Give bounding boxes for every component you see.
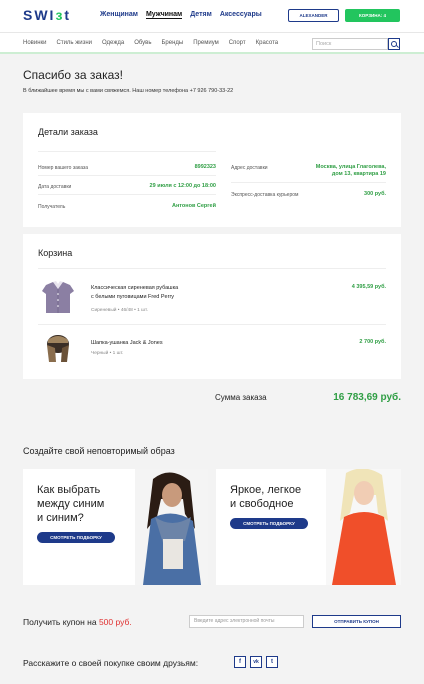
share-label: Расскажите о своей покупке своим друзьям… (23, 658, 199, 668)
top-header: SWIзt Женщинам Мужчинам Детям Аксессуары… (0, 0, 424, 32)
delivery-address-line1: Москва, улица Глаголева, (315, 164, 386, 170)
promo-headline: Как выбрать между синим и синим? (37, 483, 104, 525)
nav-women[interactable]: Женщинам (100, 11, 138, 19)
page-title: Спасибо за заказ! (23, 68, 123, 82)
order-number-value: 8992323 (194, 164, 216, 170)
twitter-icon-glyph: t (271, 659, 273, 665)
shirt-image[interactable] (38, 277, 78, 317)
logo-text-left: SWI (23, 7, 56, 23)
order-details-card: Детали заказа Номер вашего заказа 899232… (23, 113, 401, 227)
send-coupon-label: ОТПРАВИТЬ КУПОН (334, 619, 379, 624)
promo-headline-line2: между синим (37, 498, 105, 510)
category-sport[interactable]: Спорт (229, 40, 246, 46)
search-icon[interactable] (388, 38, 400, 50)
divider (231, 182, 386, 183)
express-delivery-value: 300 руб. (364, 191, 386, 197)
divider (38, 151, 216, 152)
category-new[interactable]: Новинки (23, 40, 47, 46)
view-selection-label: СМОТРЕТЬ ПОДБОРКУ (243, 521, 295, 526)
email-placeholder: Введите адрес электронной почты (194, 618, 275, 624)
facebook-icon[interactable]: f (234, 656, 246, 668)
category-beauty[interactable]: Красота (256, 40, 278, 46)
search-input[interactable]: Поиск (312, 38, 388, 50)
category-lifestyle[interactable]: Стиль жизни (57, 40, 93, 46)
item-meta: Сиреневый • 46/48 • 1 шт. (91, 308, 149, 313)
vk-icon[interactable]: vk (250, 656, 262, 668)
coupon-amount: 500 руб. (98, 617, 132, 627)
category-bar: Новинки Стиль жизни Одежда Обувь Бренды … (0, 32, 424, 54)
view-selection-label: СМОТРЕТЬ ПОДБОРКУ (50, 535, 102, 540)
category-clothing[interactable]: Одежда (102, 40, 124, 46)
nav-accessories[interactable]: Аксессуары (220, 11, 262, 19)
search-placeholder: Поиск (316, 41, 332, 47)
basket-card: Корзина Классическая сиреневая рубашка с… (23, 234, 401, 379)
promo-card-red[interactable]: Яркое, легкое и свободное СМОТРЕТЬ ПОДБО… (216, 469, 401, 585)
view-selection-button[interactable]: СМОТРЕТЬ ПОДБОРКУ (37, 532, 115, 543)
email-field[interactable]: Введите адрес электронной почты (189, 615, 304, 628)
vk-icon-glyph: vk (253, 659, 259, 665)
promo-headline: Яркое, легкое и свободное (230, 483, 301, 511)
coupon-label: Получить купон на 500 руб. (23, 617, 132, 627)
promo-card-blue[interactable]: Как выбрать между синим и синим? СМОТРЕТ… (23, 469, 208, 585)
cart-button[interactable]: КОРЗИНА: 4 (345, 9, 400, 22)
divider (38, 194, 216, 195)
promo-headline-line2: и свободное (230, 498, 294, 510)
model-photo (135, 469, 208, 585)
nav-men[interactable]: Мужчинам (145, 11, 183, 19)
divider (38, 324, 386, 325)
account-label: ALEXANDER (299, 13, 328, 18)
promo-headline-line1: Как выбрать (37, 484, 101, 496)
item-price: 2 700 руб. (359, 339, 386, 345)
category-brands[interactable]: Бренды (161, 40, 183, 46)
cart-label: КОРЗИНА: 4 (359, 13, 386, 18)
divider (38, 268, 386, 269)
item-meta: Черный • 1 шт. (91, 351, 124, 356)
send-coupon-button[interactable]: ОТПРАВИТЬ КУПОН (312, 615, 401, 628)
logo[interactable]: SWIзt (23, 7, 71, 23)
delivery-date-value: 29 июля с 12:00 до 18:00 (149, 183, 216, 189)
order-number-label: Номер вашего заказа (38, 165, 89, 171)
logo-text-right: t (64, 7, 72, 23)
item-name-line1[interactable]: Классическая сиреневая рубашка (91, 284, 178, 292)
divider (38, 175, 216, 176)
express-delivery-label: Экспресс-доставка курьером (231, 192, 299, 198)
order-details-title: Детали заказа (38, 127, 98, 137)
category-list: Новинки Стиль жизни Одежда Обувь Бренды … (23, 40, 278, 46)
category-premium[interactable]: Премиум (193, 40, 219, 46)
nav-kids[interactable]: Детям (190, 11, 212, 19)
basket-title: Корзина (38, 248, 73, 258)
page-subtitle: В ближайшее время мы с вами свяжемся. На… (23, 88, 234, 94)
delivery-address-label: Адрес доставки (231, 165, 268, 171)
item-name[interactable]: Шапка-ушанка Jack & Jones (91, 339, 163, 347)
delivery-address-line2: дом 13, квартира 19 (331, 171, 386, 177)
recipient-value: Антонов Сергей (172, 203, 216, 209)
order-total-value: 16 783,69 руб. (333, 392, 401, 403)
coupon-label-prefix: Получить купон на (23, 617, 99, 627)
item-price: 4 395,59 руб. (351, 284, 386, 290)
main-nav: Женщинам Мужчинам Детям Аксессуары (100, 11, 262, 19)
facebook-icon-glyph: f (239, 659, 241, 665)
recipient-label: Получатель (38, 204, 66, 210)
promo-section-title: Создайте свой неповторимый образ (23, 446, 175, 456)
promo-headline-line3: и синим? (37, 512, 84, 524)
account-button[interactable]: ALEXANDER (288, 9, 339, 22)
delivery-date-label: Дата доставки (38, 184, 72, 190)
view-selection-button[interactable]: СМОТРЕТЬ ПОДБОРКУ (230, 518, 308, 529)
model-photo (326, 469, 401, 585)
twitter-icon[interactable]: t (266, 656, 278, 668)
item-name-line2[interactable]: с белыми пуговицами Fred Perry (91, 293, 174, 301)
category-shoes[interactable]: Обувь (134, 40, 151, 46)
promo-headline-line1: Яркое, легкое (230, 484, 302, 496)
order-total-label: Сумма заказа (215, 393, 267, 402)
hat-image[interactable] (43, 332, 73, 370)
